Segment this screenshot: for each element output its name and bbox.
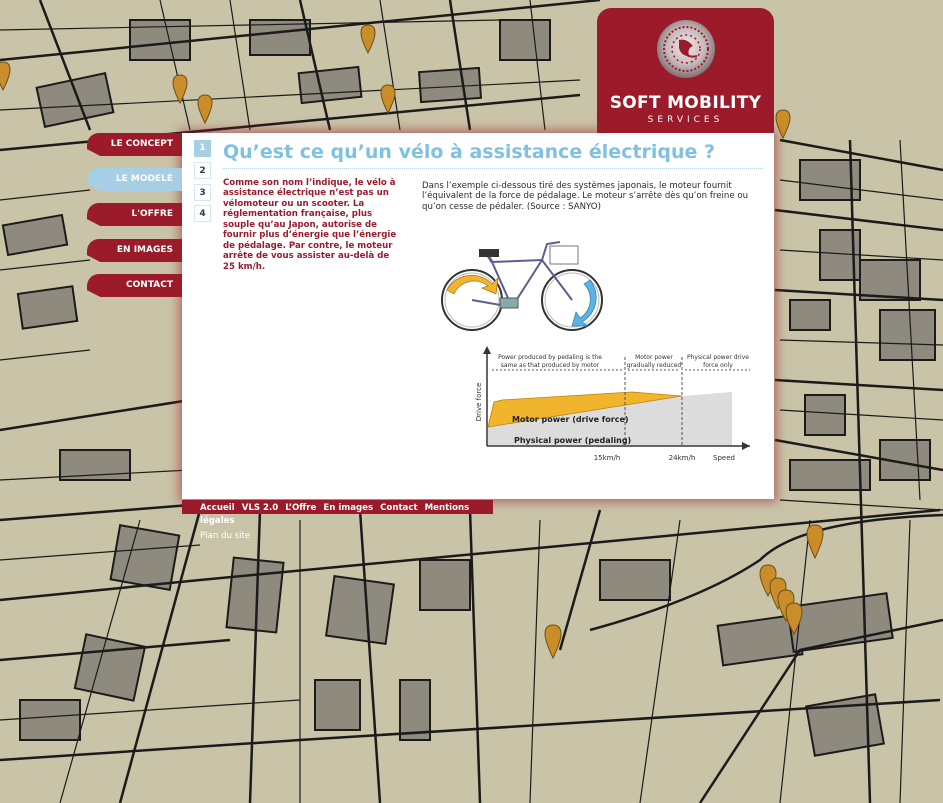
step-1[interactable]: 1 [194, 140, 211, 157]
footer-link-contact[interactable]: Contact [380, 503, 417, 513]
step-3[interactable]: 3 [194, 184, 211, 201]
tick-24: 24km/h [669, 454, 696, 462]
disc-emblem-icon [657, 20, 715, 78]
nav-item-contact[interactable]: CONTACT [87, 274, 182, 297]
brand-logo[interactable]: SOFT MOBILITY SERVICES [597, 8, 774, 133]
annotation-2b: gradually reduced [627, 362, 682, 369]
footer-link-offre[interactable]: L’Offre [285, 503, 316, 513]
motor-power-label: Motor power (drive force) [512, 415, 629, 424]
nav-item-en-images[interactable]: EN IMAGES [87, 239, 182, 262]
front-arrow-icon [571, 279, 597, 327]
footer-link-vls[interactable]: VLS 2.0 [242, 503, 279, 513]
nav-item-le-modele[interactable]: LE MODELE [87, 168, 182, 191]
annotation-3b: force only [703, 362, 733, 369]
annotation-2a: Motor power [635, 354, 673, 361]
footer-links: Accueil VLS 2.0 L’Offre En images Contact Men… [200, 502, 500, 543]
description-text: Dans l’exemple ci-dessous tiré des systè… [422, 181, 749, 212]
y-axis-label: Drive force [475, 383, 483, 422]
brand-tagline: SERVICES [647, 115, 724, 125]
annotation-1b: same as that produced by motor [501, 362, 600, 369]
physical-power-label: Physical power (pedaling) [514, 436, 631, 445]
brand-name: SOFT MOBILITY [609, 93, 762, 113]
tick-15: 15km/h [594, 454, 621, 462]
step-2[interactable]: 2 [194, 162, 211, 179]
nav-item-le-concept[interactable]: LE CONCEPT [87, 133, 182, 156]
intro-text: Comme son nom l’indique, le vélo à assis… [223, 178, 397, 272]
nav-item-loffre[interactable]: L'OFFRE [87, 203, 182, 226]
footer-link-en-images[interactable]: En images [323, 503, 373, 513]
rear-arrow-icon [446, 274, 499, 295]
annotation-1a: Power produced by pedaling is the [498, 354, 602, 361]
assist-diagram: Drive force Power produced by pedaling i… [441, 241, 750, 462]
page-title: Qu’est ce qu’un vélo à assistance électr… [223, 141, 763, 169]
footer-link-plan-du-site[interactable]: Plan du site [200, 530, 493, 543]
footer-link-accueil[interactable]: Accueil [200, 503, 235, 513]
step-4[interactable]: 4 [194, 205, 211, 222]
annotation-3a: Physical power drive [687, 354, 749, 361]
tick-speed: Speed [713, 454, 735, 462]
